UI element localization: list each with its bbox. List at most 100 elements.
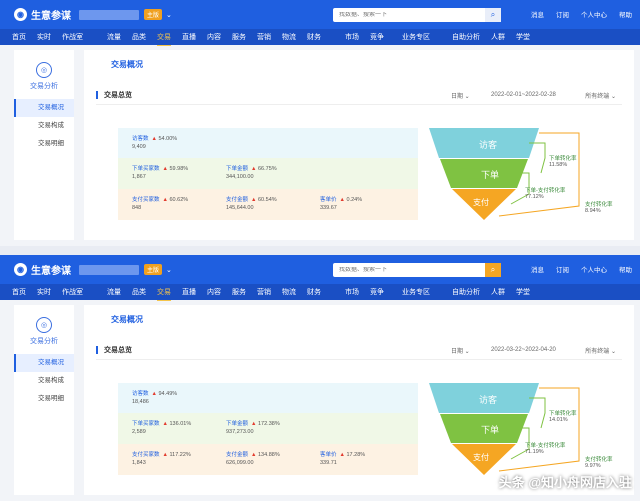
search-input[interactable] [339, 12, 483, 18]
nav-crowd[interactable]: 人群 [491, 287, 505, 297]
link-subscribe[interactable]: 订阅 [556, 264, 569, 274]
metric-order-amount[interactable]: 下单金额 ▲ 66.75% 344,100.00 [226, 164, 277, 180]
link-subscribe[interactable]: 订阅 [556, 9, 569, 19]
arrow-up-icon: ▲ [339, 197, 345, 203]
metric-pay-buyers[interactable]: 支付买家数 ▲ 60.62% 848 [132, 195, 188, 211]
search-icon[interactable]: ⌕ [485, 263, 501, 277]
nav-academy[interactable]: 学堂 [516, 32, 530, 42]
date-range[interactable]: 2022-02-01~2022-02-28 [491, 92, 556, 98]
link-messages[interactable]: 消息 [531, 9, 544, 19]
version-badge: 主版 [144, 264, 163, 275]
main-nav: 首页 实时 作战室 流量 品类 交易 直播 内容 服务 营销 物流 财务 市场 … [0, 284, 640, 301]
sidebar-item-detail[interactable]: 交易明细 [14, 390, 74, 408]
terminal-select[interactable]: 所有终端 ⌄ [585, 346, 616, 355]
nav-competition[interactable]: 竞争 [370, 287, 384, 297]
sidebar-item-composition[interactable]: 交易构成 [14, 117, 74, 135]
metric-value: 2,589 [132, 429, 146, 435]
metric-value: 339.67 [320, 205, 337, 211]
nav-logistics[interactable]: 物流 [282, 287, 296, 297]
nav-crowd[interactable]: 人群 [491, 32, 505, 42]
nav-content[interactable]: 内容 [207, 287, 221, 297]
nav-realtime[interactable]: 实时 [37, 287, 51, 297]
metric-value: 1,867 [132, 174, 146, 180]
link-help[interactable]: 帮助 [619, 9, 632, 19]
sidebar-title: 交易分析 [30, 338, 58, 345]
nav-market[interactable]: 市场 [345, 32, 359, 42]
metric-unit-price[interactable]: 客单价 ▲ 17.28% 339.71 [320, 450, 365, 466]
link-profile[interactable]: 个人中心 [581, 9, 607, 19]
nav-finance[interactable]: 财务 [307, 32, 321, 42]
nav-logistics[interactable]: 物流 [282, 32, 296, 42]
metric-value: 9,409 [132, 144, 146, 150]
pay-rate: 支付转化率 9.97% [585, 457, 613, 469]
sidebar-item-detail[interactable]: 交易明细 [14, 135, 74, 153]
search-box: ⌕ [333, 263, 501, 277]
arrow-up-icon: ▲ [162, 421, 168, 427]
nav-warroom[interactable]: 作战室 [62, 287, 83, 297]
nav-self-analysis[interactable]: 自助分析 [452, 287, 480, 297]
nav-content[interactable]: 内容 [207, 32, 221, 42]
nav-academy[interactable]: 学堂 [516, 287, 530, 297]
nav-traffic[interactable]: 流量 [107, 287, 121, 297]
link-profile[interactable]: 个人中心 [581, 264, 607, 274]
nav-marketing[interactable]: 营销 [257, 287, 271, 297]
logo[interactable]: ◉ 生意参谋 [14, 262, 71, 277]
sidebar-item-composition[interactable]: 交易构成 [14, 372, 74, 390]
metric-pct: 172.38% [258, 421, 280, 427]
metric-visitors[interactable]: 访客数 ▲ 94.49% 18,486 [132, 389, 177, 405]
metric-pay-buyers[interactable]: 支付买家数 ▲ 117.22% 1,843 [132, 450, 191, 466]
nav-live[interactable]: 直播 [182, 32, 196, 42]
metric-visitors[interactable]: 访客数 ▲ 54.00% 9,409 [132, 134, 177, 150]
nav-competition[interactable]: 竞争 [370, 32, 384, 42]
metric-row-pay: 支付买家数 ▲ 117.22% 1,843 支付金额 ▲ 134.88% 626,0… [118, 444, 418, 475]
logo[interactable]: ◉ 生意参谋 [14, 7, 71, 22]
nav-traffic[interactable]: 流量 [107, 32, 121, 42]
date-range[interactable]: 2022-03-22~2022-04-20 [491, 347, 556, 353]
nav-service[interactable]: 服务 [232, 287, 246, 297]
nav-trade[interactable]: 交易 [157, 287, 171, 301]
order-pay-rate: 下单-支付转化率 71.19% [525, 443, 566, 455]
metric-row-visitors: 访客数 ▲ 54.00% 9,409 [118, 128, 418, 158]
nav-live[interactable]: 直播 [182, 287, 196, 297]
main-nav: 首页 实时 作战室 流量 品类 交易 直播 内容 服务 营销 物流 财务 市场 … [0, 29, 640, 46]
metric-pct: 94.49% [158, 391, 178, 397]
nav-home[interactable]: 首页 [12, 287, 26, 297]
nav-marketing[interactable]: 营销 [257, 32, 271, 42]
link-messages[interactable]: 消息 [531, 264, 544, 274]
date-select[interactable]: 日期 ⌄ [451, 91, 470, 100]
nav-warroom[interactable]: 作战室 [62, 32, 83, 42]
metric-value: 145,644.00 [226, 205, 254, 211]
sidebar-item-overview[interactable]: 交易概况 [14, 354, 74, 372]
section-title: 交易总览 [104, 347, 132, 354]
nav-category[interactable]: 品类 [132, 287, 146, 297]
metric-order-amount[interactable]: 下单金额 ▲ 172.38% 937,273.00 [226, 419, 280, 435]
metric-pay-amount[interactable]: 支付金额 ▲ 134.88% 626,099.00 [226, 450, 280, 466]
nav-market[interactable]: 市场 [345, 287, 359, 297]
nav-home[interactable]: 首页 [12, 32, 26, 42]
metric-order-buyers[interactable]: 下单买家数 ▲ 59.98% 1,867 [132, 164, 188, 180]
funnel-label-pay: 支付 [473, 197, 489, 207]
metric-order-buyers[interactable]: 下单买家数 ▲ 136.01% 2,589 [132, 419, 191, 435]
target-icon: ◎ [36, 62, 52, 78]
nav-business-zone[interactable]: 业务专区 [402, 32, 430, 42]
search-input[interactable] [339, 267, 483, 273]
page-title: 交易概况 [111, 315, 143, 324]
sidebar-item-overview[interactable]: 交易概况 [14, 99, 74, 117]
chevron-down-icon[interactable]: ⌄ [166, 266, 172, 274]
metric-pay-amount[interactable]: 支付金额 ▲ 60.54% 145,644.00 [226, 195, 277, 211]
nav-trade[interactable]: 交易 [157, 32, 171, 46]
nav-realtime[interactable]: 实时 [37, 32, 51, 42]
nav-finance[interactable]: 财务 [307, 287, 321, 297]
nav-service[interactable]: 服务 [232, 32, 246, 42]
chevron-down-icon[interactable]: ⌄ [166, 11, 172, 19]
metric-unit-price[interactable]: 客单价 ▲ 0.24% 339.67 [320, 195, 362, 211]
section-header: 交易总览 日期 ⌄ 2022-03-22~2022-04-20 所有终端 ⌄ [96, 341, 622, 360]
nav-business-zone[interactable]: 业务专区 [402, 287, 430, 297]
nav-self-analysis[interactable]: 自助分析 [452, 32, 480, 42]
search-icon[interactable]: ⌕ [485, 8, 501, 22]
date-select[interactable]: 日期 ⌄ [451, 346, 470, 355]
nav-category[interactable]: 品类 [132, 32, 146, 42]
page-title: 交易概况 [111, 60, 143, 69]
terminal-select[interactable]: 所有终端 ⌄ [585, 91, 616, 100]
link-help[interactable]: 帮助 [619, 264, 632, 274]
